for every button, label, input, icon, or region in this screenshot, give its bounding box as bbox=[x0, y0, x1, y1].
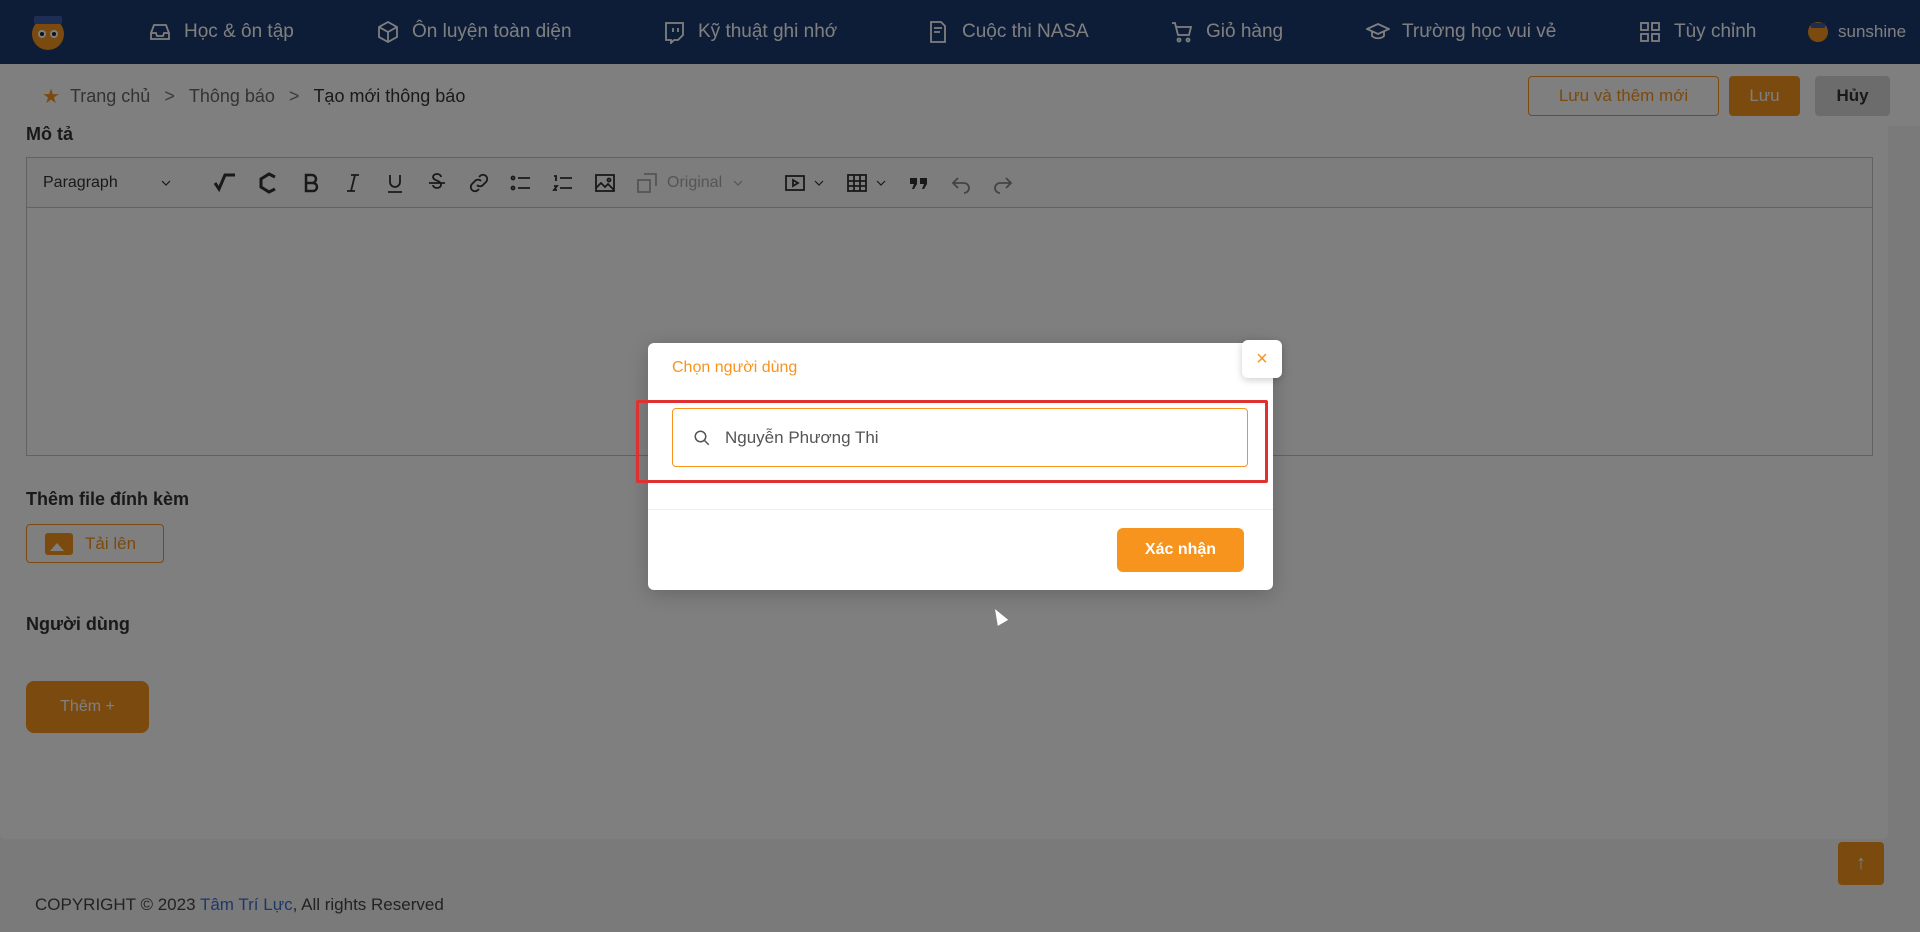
dialog-divider bbox=[648, 509, 1273, 510]
search-icon bbox=[694, 430, 710, 445]
dialog-title: Chọn người dùng bbox=[672, 359, 798, 376]
user-search-field[interactable] bbox=[672, 408, 1248, 467]
confirm-button[interactable]: Xác nhận bbox=[1117, 528, 1244, 572]
user-search-input[interactable] bbox=[725, 427, 1205, 448]
close-icon: × bbox=[1256, 347, 1268, 370]
close-button[interactable]: × bbox=[1242, 340, 1282, 378]
